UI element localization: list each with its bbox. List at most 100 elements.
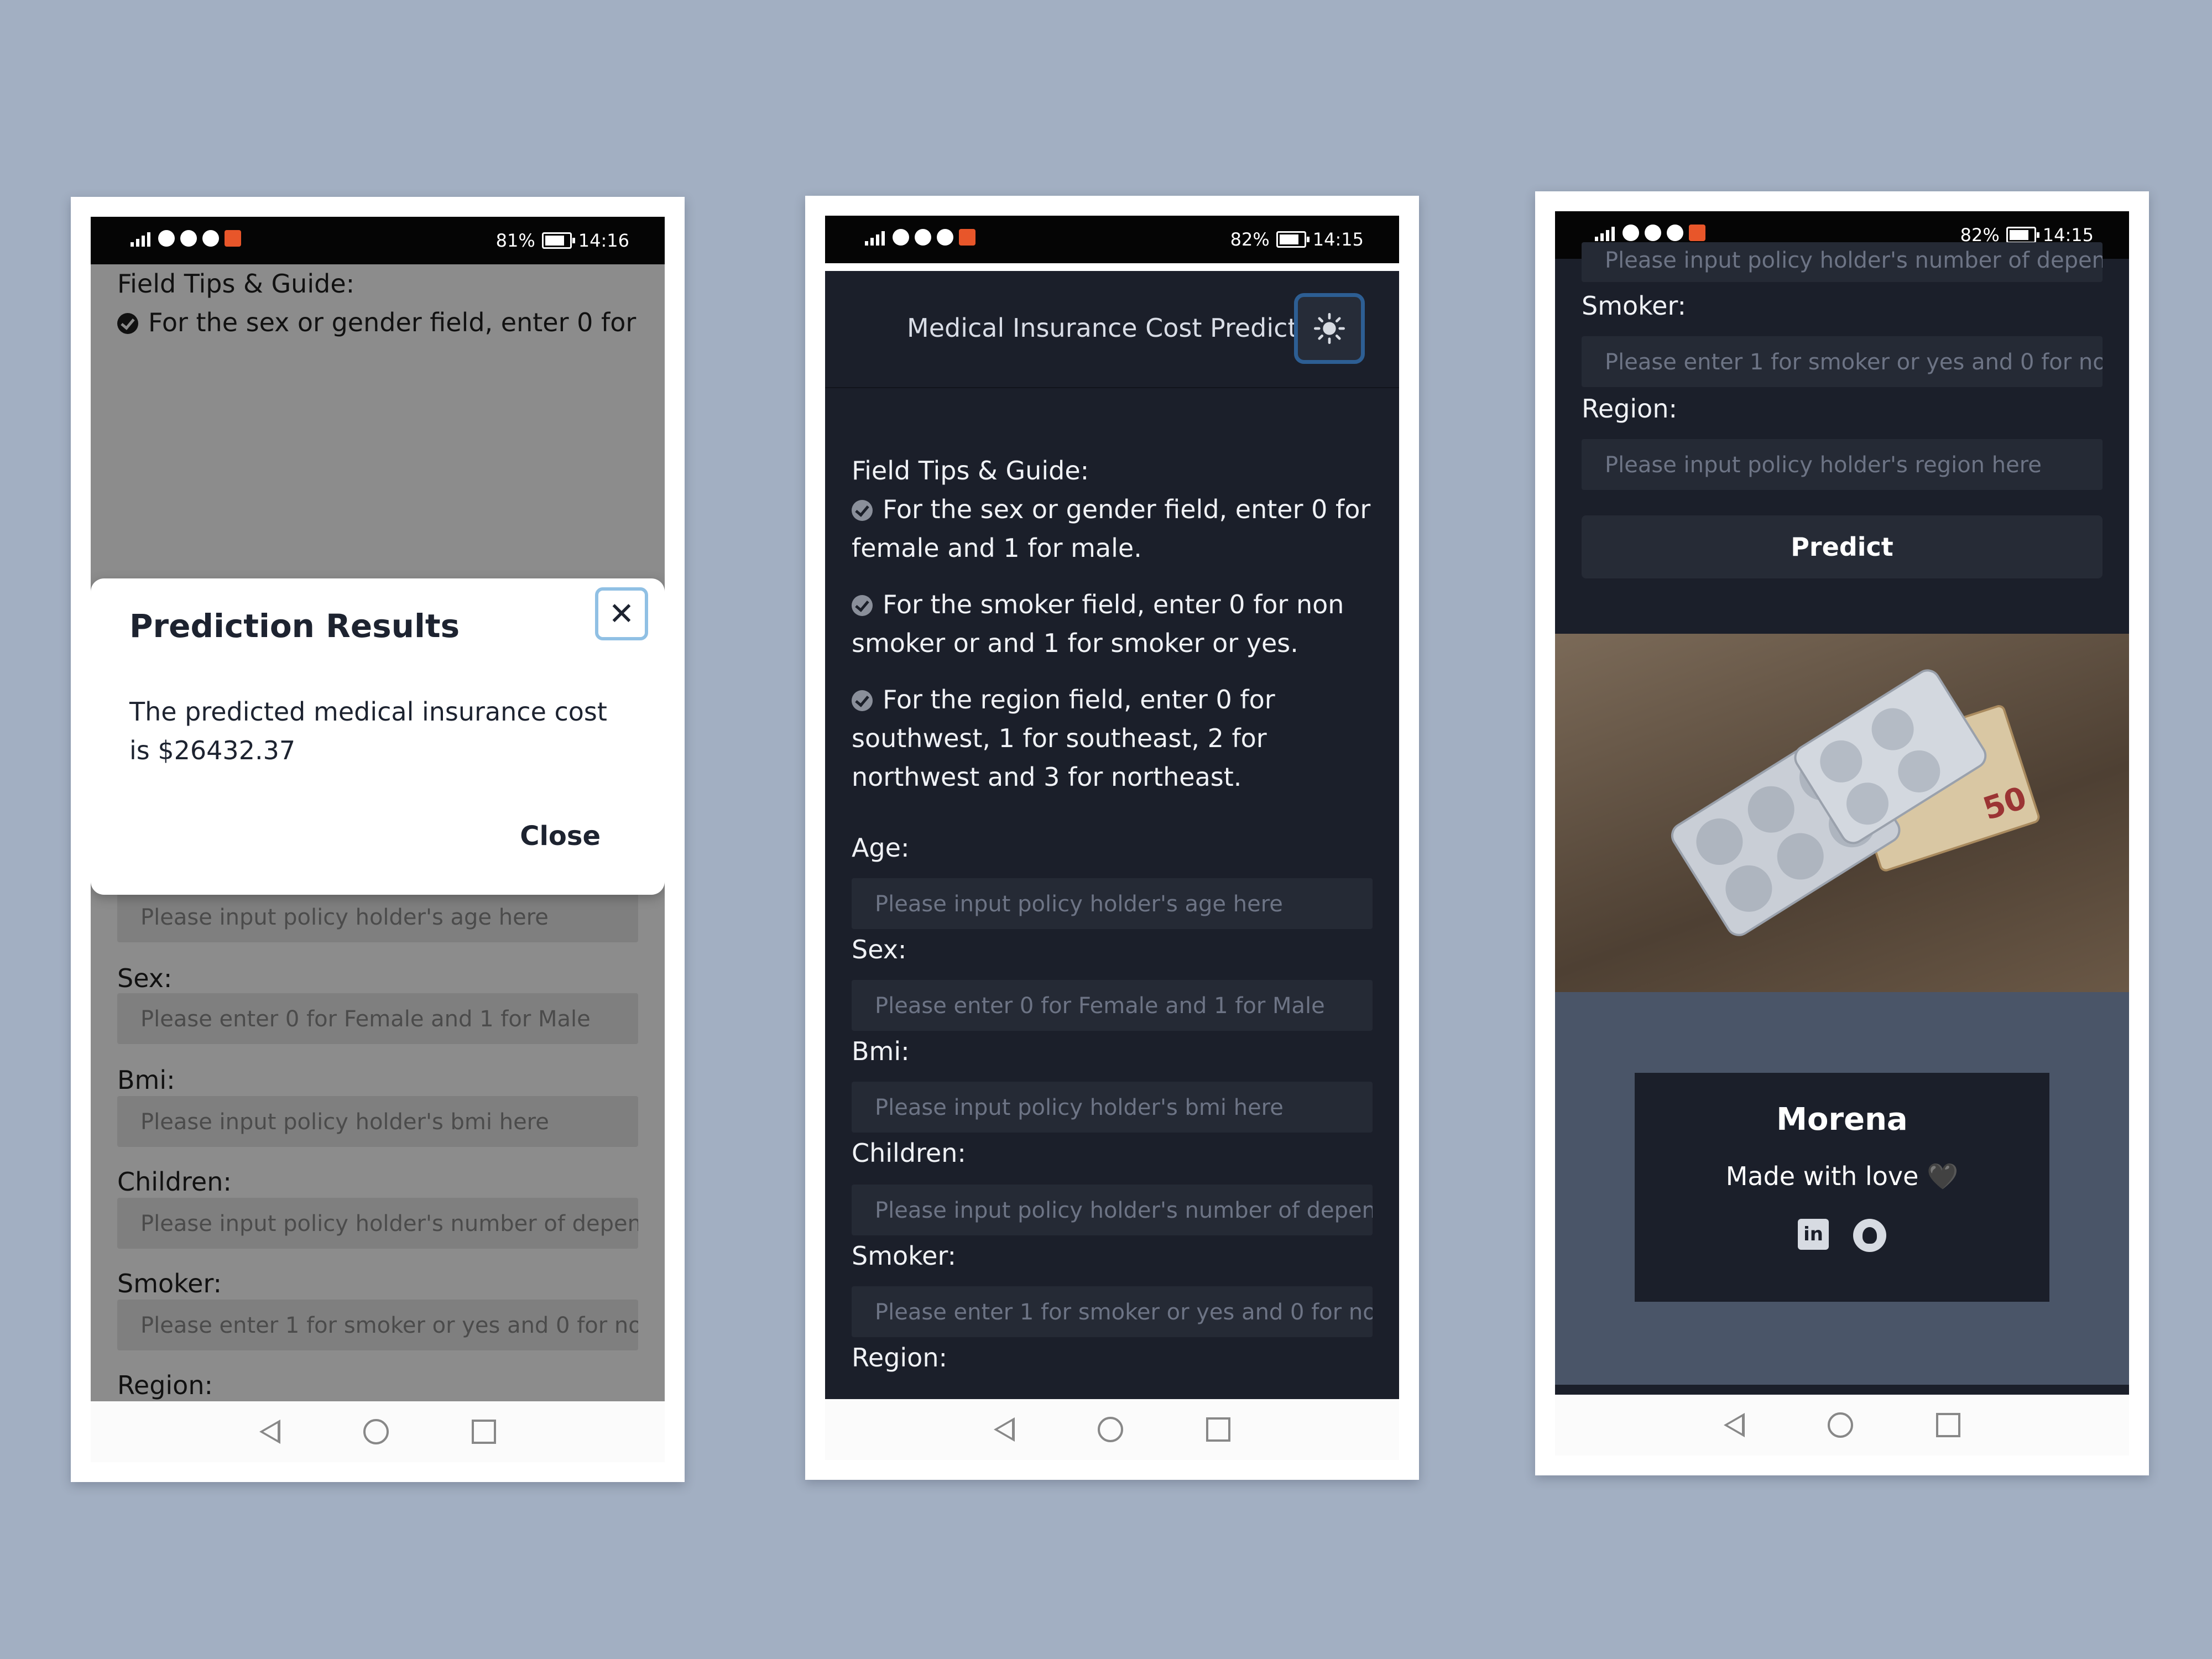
phone-screen-1: 81% 14:16 Field Tips & Guide: For the se… bbox=[91, 217, 665, 1462]
age-label: Age: bbox=[852, 833, 910, 863]
signal-icon bbox=[126, 229, 153, 248]
app-notification-icon bbox=[225, 230, 241, 247]
footer-section: Morena Made with love 🖤 in bbox=[1555, 992, 2129, 1385]
bmi-label: Bmi: bbox=[117, 1065, 175, 1095]
eye-icon bbox=[180, 230, 197, 247]
wifi-icon bbox=[1623, 225, 1639, 241]
footer-card: Morena Made with love 🖤 in bbox=[1635, 1073, 2049, 1302]
sun-icon bbox=[1314, 313, 1345, 344]
tips-heading: Field Tips & Guide: bbox=[117, 269, 355, 299]
tip-item-sex: For the sex or gender field, enter 0 for… bbox=[852, 494, 1371, 563]
modal-close-button[interactable]: Close bbox=[520, 821, 601, 852]
check-circle-icon bbox=[117, 313, 138, 334]
signal-icon bbox=[860, 228, 887, 247]
bmi-input[interactable]: Please input policy holder's bmi here bbox=[117, 1096, 638, 1147]
github-icon[interactable] bbox=[1853, 1219, 1886, 1252]
app-header: Medical Insurance Cost Prediction bbox=[825, 271, 1399, 388]
age-input[interactable]: Please input policy holder's age here bbox=[852, 878, 1373, 929]
app-title: Medical Insurance Cost Prediction bbox=[907, 313, 1337, 343]
battery-percent: 82% bbox=[1230, 229, 1270, 250]
insurance-illustration-image: 50 bbox=[1555, 634, 2129, 992]
check-circle-icon bbox=[852, 595, 873, 616]
back-nav-icon[interactable] bbox=[259, 1420, 280, 1444]
children-input[interactable]: Please input policy holder's number of d… bbox=[1582, 242, 2103, 282]
close-icon-button[interactable]: ✕ bbox=[595, 587, 648, 640]
app-notification-icon bbox=[1689, 225, 1705, 241]
app-notification-icon bbox=[959, 229, 975, 246]
sex-input[interactable]: Please enter 0 for Female and 1 for Male bbox=[852, 980, 1373, 1031]
battery-icon bbox=[2006, 227, 2039, 243]
check-circle-icon bbox=[852, 500, 873, 521]
clock: 14:15 bbox=[1312, 229, 1364, 250]
region-label: Region: bbox=[1582, 394, 1677, 424]
modal-title: Prediction Results bbox=[129, 607, 460, 645]
recents-nav-icon[interactable] bbox=[1936, 1413, 1960, 1437]
recents-nav-icon[interactable] bbox=[1206, 1417, 1230, 1442]
sex-input[interactable]: Please enter 0 for Female and 1 for Male bbox=[117, 993, 638, 1044]
recents-nav-icon[interactable] bbox=[472, 1420, 496, 1444]
author-name: Morena bbox=[1776, 1102, 1908, 1138]
smoker-input[interactable]: Please enter 1 for smoker or yes and 0 f… bbox=[117, 1300, 638, 1350]
back-nav-icon[interactable] bbox=[994, 1417, 1015, 1442]
sex-label: Sex: bbox=[117, 963, 173, 993]
sex-label: Sex: bbox=[852, 935, 907, 964]
divider bbox=[825, 263, 1399, 271]
battery-icon bbox=[541, 232, 575, 249]
phone-frame-2: 82% 14:15 Medical Insurance Cost Predict… bbox=[805, 196, 1419, 1480]
region-label: Region: bbox=[852, 1343, 947, 1373]
battery-icon bbox=[1276, 231, 1310, 248]
android-nav-bar bbox=[1555, 1395, 2129, 1455]
tip-item-region: For the region field, enter 0 for southw… bbox=[852, 685, 1275, 792]
phone-frame-1: 81% 14:16 Field Tips & Guide: For the se… bbox=[71, 197, 685, 1482]
region-label: Region: bbox=[117, 1370, 213, 1400]
age-input[interactable]: Please input policy holder's age here bbox=[117, 891, 638, 942]
eye-icon bbox=[1645, 225, 1661, 241]
footer-tagline: Made with love 🖤 bbox=[1725, 1161, 1959, 1191]
children-input[interactable]: Please input policy holder's number of d… bbox=[117, 1198, 638, 1249]
smoker-label: Smoker: bbox=[852, 1241, 957, 1271]
android-nav-bar bbox=[825, 1399, 1399, 1460]
children-input[interactable]: Please input policy holder's number of d… bbox=[852, 1185, 1373, 1235]
chat-icon bbox=[937, 229, 953, 246]
tip-item-smoker: For the smoker field, enter 0 for non sm… bbox=[852, 589, 1344, 658]
bmi-label: Bmi: bbox=[852, 1036, 910, 1066]
prediction-results-modal: Prediction Results ✕ The predicted medic… bbox=[91, 578, 665, 895]
home-nav-icon[interactable] bbox=[1098, 1417, 1123, 1442]
children-label: Children: bbox=[117, 1167, 232, 1197]
check-circle-icon bbox=[852, 690, 873, 711]
home-nav-icon[interactable] bbox=[363, 1419, 389, 1444]
status-bar: 82% 14:15 bbox=[825, 216, 1399, 263]
bmi-input[interactable]: Please input policy holder's bmi here bbox=[852, 1082, 1373, 1133]
smoker-label: Smoker: bbox=[117, 1269, 222, 1298]
wifi-icon bbox=[893, 229, 909, 246]
clock: 14:16 bbox=[578, 230, 629, 251]
chat-icon bbox=[202, 230, 219, 247]
battery-percent: 81% bbox=[495, 230, 535, 251]
android-nav-bar bbox=[91, 1401, 665, 1462]
home-nav-icon[interactable] bbox=[1828, 1412, 1853, 1438]
phone-frame-3: 82% 14:15 Please input policy holder's n… bbox=[1535, 191, 2149, 1475]
smoker-label: Smoker: bbox=[1582, 291, 1687, 321]
predict-button[interactable]: Predict bbox=[1582, 515, 2103, 578]
app-content: Please input policy holder's number of d… bbox=[1555, 242, 2129, 1395]
eye-icon bbox=[915, 229, 931, 246]
smoker-input[interactable]: Please enter 1 for smoker or yes and 0 f… bbox=[1582, 336, 2103, 387]
region-input[interactable]: Please input policy holder's region here bbox=[1582, 439, 2103, 490]
status-bar: 81% 14:16 bbox=[91, 217, 665, 264]
x-icon: ✕ bbox=[608, 596, 635, 632]
chat-icon bbox=[1667, 225, 1683, 241]
app-content: Medical Insurance Cost Prediction Field … bbox=[825, 263, 1399, 1399]
linkedin-icon[interactable]: in bbox=[1798, 1219, 1829, 1250]
phone-screen-3: 82% 14:15 Please input policy holder's n… bbox=[1555, 211, 2129, 1455]
theme-toggle-button[interactable] bbox=[1294, 293, 1365, 364]
tips-heading: Field Tips & Guide: bbox=[852, 456, 1089, 486]
children-label: Children: bbox=[852, 1138, 966, 1168]
signal-icon bbox=[1590, 223, 1617, 242]
social-links: in bbox=[1635, 1219, 2049, 1252]
back-nav-icon[interactable] bbox=[1724, 1413, 1745, 1437]
phone-screen-2: 82% 14:15 Medical Insurance Cost Predict… bbox=[825, 216, 1399, 1460]
smoker-input[interactable]: Please enter 1 for smoker or yes and 0 f… bbox=[852, 1286, 1373, 1337]
modal-message: The predicted medical insurance cost is … bbox=[129, 697, 607, 765]
tip-item: For the sex or gender field, enter 0 for bbox=[117, 303, 643, 342]
wifi-icon bbox=[158, 230, 175, 247]
